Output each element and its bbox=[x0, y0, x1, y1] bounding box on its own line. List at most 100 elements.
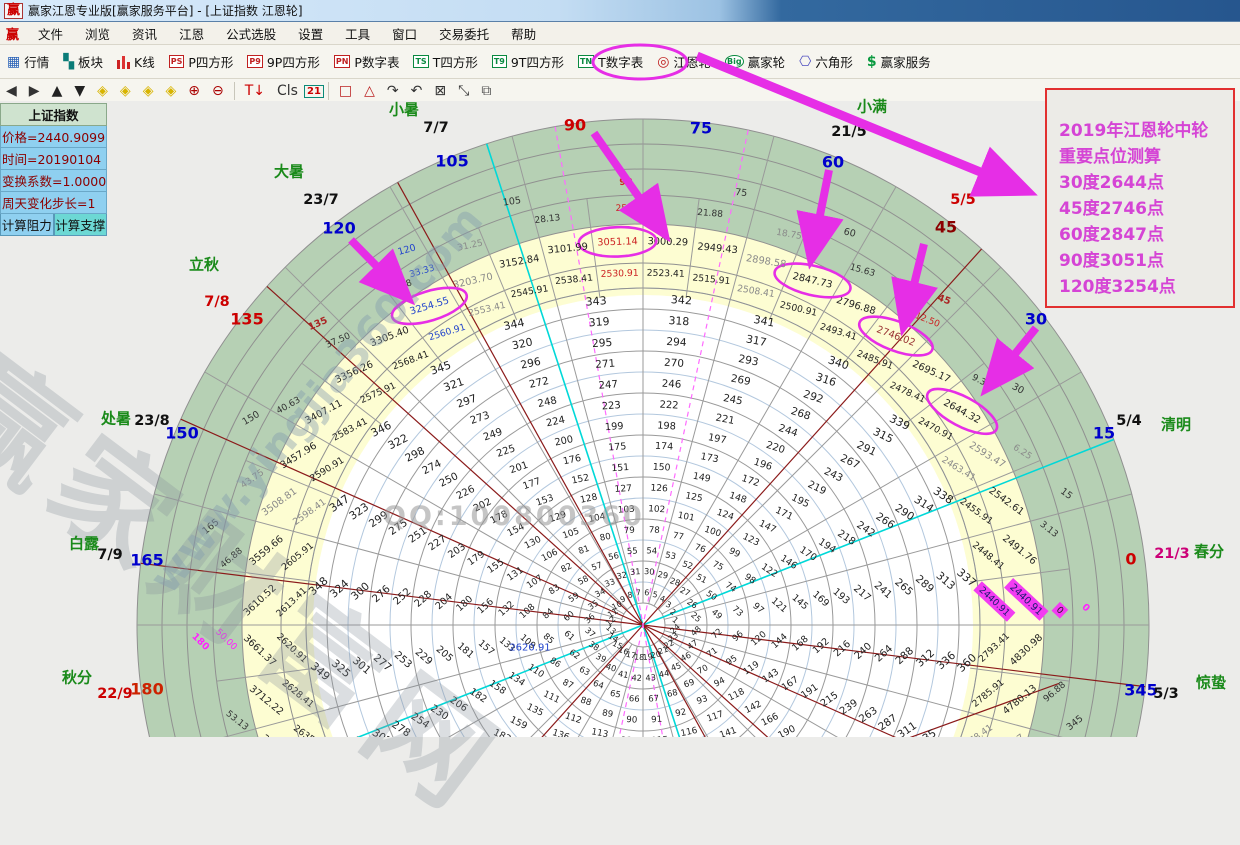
menu-item-5[interactable]: 设置 bbox=[287, 27, 334, 42]
wheel-label: 43 bbox=[645, 672, 656, 683]
delete-box-icon[interactable]: ⊠ bbox=[428, 83, 452, 99]
wheel-label: 91 bbox=[651, 715, 663, 726]
solar-term-label: 立夏 bbox=[978, 167, 1008, 188]
menu-bar: 赢 文件浏览资讯江恩公式选股设置工具窗口交易委托帮助 bbox=[0, 22, 1240, 45]
wheel-label: 89 bbox=[601, 708, 614, 720]
badge-PS-icon: PS bbox=[169, 55, 185, 68]
toolbar-item-T四方形[interactable]: TST四方形 bbox=[406, 52, 484, 71]
annotation-line-3: 45度2746点 bbox=[1059, 196, 1225, 222]
angle-label-0: 0 bbox=[1125, 550, 1136, 569]
toolbar-label: 江恩轮 bbox=[673, 52, 711, 71]
toolbar-item-P四方形[interactable]: PSP四方形 bbox=[162, 52, 241, 71]
table-icon: ▦ bbox=[7, 55, 20, 69]
cls-button[interactable]: Cls bbox=[271, 83, 304, 99]
diamond-up-icon[interactable]: ◈ bbox=[137, 83, 160, 99]
t-down-icon[interactable]: T↓ bbox=[239, 83, 271, 99]
date-label: 22/9 bbox=[97, 686, 133, 702]
wheel-label: 102 bbox=[648, 504, 666, 515]
wheel-label: 319 bbox=[588, 315, 610, 329]
panel-row-1: 时间=20190104 bbox=[0, 148, 107, 170]
triangle-tool-icon[interactable]: △ bbox=[358, 83, 381, 99]
wheel-label: 67 bbox=[648, 693, 659, 704]
toolbar-item-P数字表[interactable]: PNP数字表 bbox=[327, 52, 407, 71]
menu-item-0[interactable]: 文件 bbox=[27, 27, 74, 42]
wheel-label: 68 bbox=[666, 687, 679, 699]
main-toolbar: ▦行情▚板块 K线 PSP四方形P99P四方形PNP数字表TST四方形T99T四方形… bbox=[0, 45, 1240, 79]
wheel-label: 294 bbox=[666, 335, 687, 349]
next-icon[interactable]: ▶ bbox=[23, 83, 46, 99]
wheel-label: 151 bbox=[611, 462, 630, 474]
down-icon[interactable]: ▼ bbox=[68, 83, 91, 99]
wheel-label: 198 bbox=[657, 420, 676, 432]
index-info-panel: 上证指数 价格=2440.9099时间=20190104变换系数=1.00000… bbox=[0, 103, 107, 236]
calc-support-button[interactable]: 计算支撑 bbox=[54, 214, 108, 236]
toolbar-item-赢家服务[interactable]: $赢家服务 bbox=[860, 52, 938, 71]
square-tool-icon[interactable]: □ bbox=[333, 83, 358, 99]
toolbar-item-K线[interactable]: K线 bbox=[110, 52, 162, 71]
gann-wheel-view: 1234567891011121314151617181920212223242… bbox=[0, 101, 1240, 737]
badge-P9-icon: P9 bbox=[247, 55, 262, 68]
solar-term-label: 春分 bbox=[1194, 541, 1224, 562]
wheel-label: 2523.41 bbox=[647, 268, 685, 280]
diamond-left-icon[interactable]: ◈ bbox=[91, 83, 114, 99]
toolbar-item-赢家轮[interactable]: Big赢家轮 bbox=[718, 52, 792, 71]
toolbar-item-9P四方形[interactable]: P99P四方形 bbox=[240, 52, 326, 71]
toolbar-separator bbox=[234, 82, 235, 100]
menu-item-9[interactable]: 帮助 bbox=[500, 27, 547, 42]
toolbar-item-江恩轮[interactable]: ◎江恩轮 bbox=[650, 52, 718, 71]
wheel-label: 75 bbox=[735, 187, 748, 199]
toolbar-item-行情[interactable]: ▦行情 bbox=[0, 52, 56, 71]
badge-PN-icon: PN bbox=[334, 55, 351, 68]
menu-item-2[interactable]: 资讯 bbox=[121, 27, 168, 42]
zoom-out-icon[interactable]: ⊖ bbox=[206, 83, 230, 99]
diamond-down-icon[interactable]: ◈ bbox=[159, 83, 182, 99]
blocks-icon: ▚ bbox=[63, 55, 74, 69]
menu-item-6[interactable]: 工具 bbox=[334, 27, 381, 42]
toolbar-item-六角形[interactable]: ⎔六角形 bbox=[792, 52, 860, 71]
date-label: 23/7 bbox=[303, 192, 339, 208]
calc-resistance-button[interactable]: 计算阻力 bbox=[0, 214, 54, 236]
solar-term-label: 处暑 bbox=[101, 408, 131, 429]
menu-item-8[interactable]: 交易委托 bbox=[428, 27, 500, 42]
rotate-cw-icon[interactable]: ↷ bbox=[381, 83, 405, 99]
screen-icon[interactable]: ⧉ bbox=[475, 83, 497, 99]
wheel-label: 66 bbox=[629, 693, 640, 704]
wheel-label: 247 bbox=[598, 379, 618, 391]
wheel-label: 175 bbox=[608, 441, 627, 453]
menu-item-1[interactable]: 浏览 bbox=[74, 27, 121, 42]
toolbar-label: K线 bbox=[134, 52, 155, 71]
wheel-label: 30 bbox=[644, 566, 655, 577]
menu-item-3[interactable]: 江恩 bbox=[168, 27, 215, 42]
angle-label-105: 105 bbox=[435, 152, 468, 171]
wheel-label: 21.88 bbox=[697, 208, 724, 220]
toolbar-item-板块[interactable]: ▚板块 bbox=[56, 52, 110, 71]
wheel-label: 2530.91 bbox=[600, 268, 638, 280]
wheel-label: 44 bbox=[658, 668, 670, 680]
wheel-label: 56 bbox=[607, 550, 620, 562]
annotation-line-6: 120度3254点 bbox=[1059, 274, 1225, 300]
menu-item-4[interactable]: 公式选股 bbox=[215, 27, 287, 42]
wheel-label: 127 bbox=[614, 484, 632, 495]
zoom-in-icon[interactable]: ⊕ bbox=[182, 83, 206, 99]
solar-term-label: 惊蛰 bbox=[1196, 672, 1226, 693]
annotation-line-5: 90度3051点 bbox=[1059, 248, 1225, 274]
angle-label-75: 75 bbox=[690, 119, 712, 138]
diamond-right-icon[interactable]: ◈ bbox=[114, 83, 137, 99]
wheel-label: 343 bbox=[585, 294, 607, 308]
hexagon-icon: ⎔ bbox=[799, 55, 811, 69]
panel-row-3: 周天变化步长=1 bbox=[0, 192, 107, 214]
wheel-label: 126 bbox=[650, 483, 668, 494]
annotation-line-0: 2019年江恩轮中轮 bbox=[1059, 118, 1225, 144]
rotate-ccw-icon[interactable]: ↶ bbox=[405, 83, 429, 99]
menu-item-7[interactable]: 窗口 bbox=[381, 27, 428, 42]
fit-icon[interactable]: ⤡ bbox=[452, 83, 475, 99]
toolbar-item-9T四方形[interactable]: T99T四方形 bbox=[485, 52, 571, 71]
angle-label-15: 15 bbox=[1093, 424, 1115, 443]
toolbar-item-T数字表[interactable]: TNT数字表 bbox=[571, 52, 650, 71]
toolbar-label: 9T四方形 bbox=[511, 52, 564, 71]
angle-label-120: 120 bbox=[322, 219, 355, 238]
calendar-icon[interactable]: 21 bbox=[304, 85, 324, 98]
up-icon[interactable]: ▲ bbox=[46, 83, 69, 99]
wheel-label: 54 bbox=[646, 545, 657, 556]
prev-icon[interactable]: ◀ bbox=[0, 83, 23, 99]
